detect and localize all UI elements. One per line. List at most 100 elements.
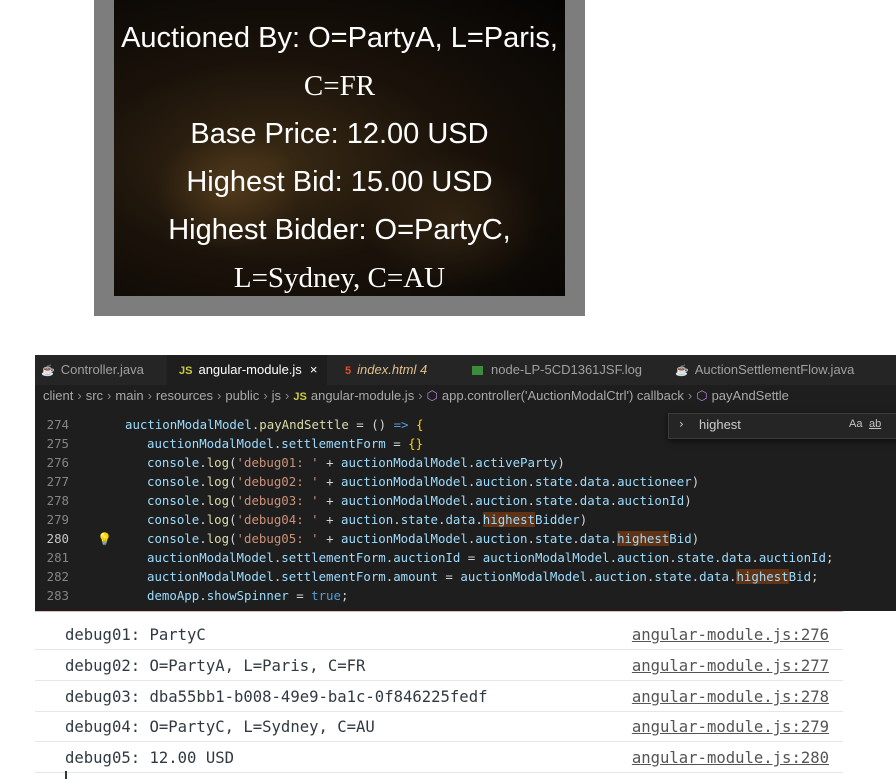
breadcrumb: client › src › main › resources › public › js › JS an… — [35, 385, 896, 407]
highest-bid-text: Highest Bid: 15.00 USD — [186, 166, 493, 198]
source-link[interactable]: angular-module.js:280 — [632, 749, 829, 767]
method-cube-icon: ⬡ — [696, 388, 708, 403]
code-text: console.log('debug04: ' + auction.state.… — [147, 512, 588, 527]
line-number: 275 — [46, 436, 69, 451]
highest-bidder-location: L=Sydney, C=AU — [233, 262, 446, 294]
tab-angular-module-js[interactable]: JS angular-module.js × — [167, 355, 328, 385]
line-number: 279 — [46, 512, 69, 527]
tab-node-log[interactable]: node-LP-5CD1361JSF.log — [472, 355, 642, 385]
chevron-right-icon: › — [147, 388, 152, 403]
code-text: console.log('debug05: ' + auctionModalMo… — [147, 531, 700, 546]
html-icon: 5 — [345, 365, 352, 377]
breadcrumb-method[interactable]: payAndSettle — [712, 388, 789, 403]
auctioned-by-country: C=FR — [303, 70, 376, 102]
breadcrumb-client[interactable]: client — [43, 388, 73, 403]
chevron-right-icon: › — [77, 388, 82, 403]
line-number: 281 — [46, 550, 69, 565]
tab-index-html[interactable]: 5 index.html 4 — [345, 355, 427, 385]
close-icon[interactable]: × — [310, 362, 318, 377]
console-message: debug04: O=PartyC, L=Sydney, C=AU angula… — [35, 711, 843, 742]
problem-count-badge: 4 — [420, 362, 428, 377]
breadcrumb-js[interactable]: js — [272, 388, 281, 403]
code-text: console.log('debug03: ' + auctionModalMo… — [147, 493, 692, 508]
source-link[interactable]: angular-module.js:276 — [632, 626, 829, 644]
code-line: 283 demoApp.showSpinner = true; — [35, 586, 896, 605]
breadcrumb-public[interactable]: public — [225, 388, 259, 403]
devtools-console: debug01: PartyC angular-module.js:276 de… — [35, 611, 843, 779]
log-icon — [472, 366, 483, 376]
find-input[interactable]: highest — [699, 417, 741, 432]
code-line: 282 auctionModalModel.settlementForm.amo… — [35, 567, 896, 586]
tab-auction-settlement-flow[interactable]: ☕ AuctionSettlementFlow.java — [675, 355, 854, 385]
base-price-text: Base Price: 12.00 USD — [190, 118, 489, 150]
breadcrumb-controller[interactable]: app.controller('AuctionModalCtrl') callb… — [442, 388, 684, 403]
tab-label: angular-module.js — [198, 362, 302, 377]
code-text: auctionModalModel.settlementForm = {} — [147, 436, 424, 451]
code-text: demoApp.showSpinner = true; — [147, 588, 349, 603]
tab-label: AuctionSettlementFlow.java — [694, 362, 855, 377]
line-number: 280 — [46, 531, 69, 546]
auctioned-by-text: Auctioned By: O=PartyA, L=Paris, — [114, 14, 565, 62]
console-prompt-caret[interactable] — [65, 771, 67, 779]
js-icon: JS — [179, 365, 193, 377]
line-number: 282 — [46, 569, 69, 584]
breadcrumb-file[interactable]: angular-module.js — [311, 388, 414, 403]
line-number: 274 — [46, 417, 69, 432]
code-line-current: 280 💡 console.log('debug05: ' + auctionM… — [35, 529, 896, 548]
line-number: 276 — [46, 455, 69, 470]
chevron-right-icon: › — [285, 388, 290, 403]
code-text: console.log('debug02: ' + auctionModalMo… — [147, 474, 700, 489]
console-message-text: debug02: O=PartyA, L=Paris, C=FR — [65, 657, 366, 675]
auction-card: Auctioned By: O=PartyA, L=Paris, C=FR Ba… — [114, 0, 565, 296]
console-message-text: debug01: PartyC — [65, 626, 206, 644]
match-case-toggle[interactable]: Aa — [849, 418, 862, 430]
method-cube-icon: ⬡ — [426, 388, 438, 403]
chevron-right-icon: › — [217, 388, 222, 403]
breadcrumb-resources[interactable]: resources — [156, 388, 213, 403]
chevron-right-icon: › — [418, 388, 423, 403]
code-line: 276 console.log('debug01: ' + auctionMod… — [35, 453, 896, 472]
console-message-text: debug03: dba55bb1-b008-49e9-ba1c-0f84622… — [65, 688, 488, 706]
source-link[interactable]: angular-module.js:278 — [632, 688, 829, 706]
tab-label: node-LP-5CD1361JSF.log — [491, 362, 643, 377]
find-widget: › highest Aa ab — [668, 413, 896, 439]
breadcrumb-main[interactable]: main — [115, 388, 143, 403]
chevron-right-icon[interactable]: › — [679, 417, 684, 431]
code-text: auctionModalModel.payAndSettle = () => { — [125, 417, 424, 432]
code-text: console.log('debug01: ' + auctionModalMo… — [147, 455, 565, 470]
auctioned-by-value: Auctioned By: O=PartyA, L=Paris, — [121, 22, 558, 54]
tab-label: Controller.java — [60, 362, 144, 377]
tab-controller-java[interactable]: ☕ Controller.java — [41, 355, 144, 385]
console-message: debug01: PartyC angular-module.js:276 — [35, 619, 843, 650]
console-message-text: debug05: 12.00 USD — [65, 749, 234, 767]
code-line: 281 auctionModalModel.settlementForm.auc… — [35, 548, 896, 567]
chevron-right-icon: › — [687, 388, 693, 403]
source-link[interactable]: angular-module.js:279 — [632, 718, 829, 736]
console-message: debug05: 12.00 USD angular-module.js:280 — [35, 742, 843, 773]
editor-tab-bar: ☕ Controller.java JS angular-module.js × 5i… — [35, 355, 896, 385]
line-number: 278 — [46, 493, 69, 508]
line-number: 283 — [46, 588, 69, 603]
lightbulb-icon[interactable]: 💡 — [97, 530, 112, 549]
js-icon: JS — [293, 391, 307, 403]
breadcrumb-src[interactable]: src — [86, 388, 103, 403]
console-message: debug03: dba55bb1-b008-49e9-ba1c-0f84622… — [35, 681, 843, 712]
code-line: 278 console.log('debug03: ' + auctionMod… — [35, 491, 896, 510]
java-icon: ☕ — [675, 365, 689, 377]
divider — [35, 611, 843, 612]
highest-bidder-text: Highest Bidder: O=PartyC, — [168, 214, 511, 246]
line-number: 277 — [46, 474, 69, 489]
java-icon: ☕ — [41, 365, 55, 377]
code-text: auctionModalModel.settlementForm.auction… — [147, 550, 834, 565]
code-editor[interactable]: ☕ Controller.java JS angular-module.js × 5i… — [35, 355, 896, 611]
source-link[interactable]: angular-module.js:277 — [632, 657, 829, 675]
code-line: 277 console.log('debug02: ' + auctionMod… — [35, 472, 896, 491]
code-text: auctionModalModel.settlementForm.amount … — [147, 569, 819, 584]
chevron-right-icon: › — [263, 388, 268, 403]
code-line: 279 console.log('debug04: ' + auction.st… — [35, 510, 896, 529]
tab-label: index.html — [357, 362, 417, 377]
console-message: debug02: O=PartyA, L=Paris, C=FR angular… — [35, 650, 843, 681]
whole-word-toggle[interactable]: ab — [869, 418, 881, 430]
chevron-right-icon: › — [107, 388, 112, 403]
console-message-text: debug04: O=PartyC, L=Sydney, C=AU — [65, 718, 375, 736]
